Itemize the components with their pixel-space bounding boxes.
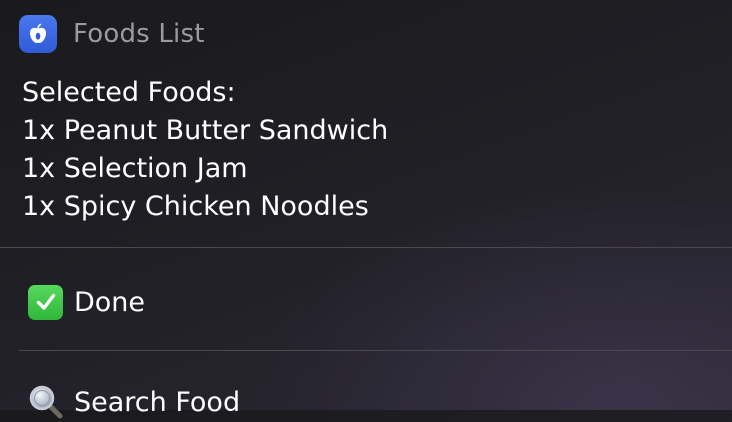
- search-food-label: Search Food: [74, 386, 241, 418]
- selected-food-item: 1x Selection Jam: [22, 153, 248, 184]
- selected-foods-summary: Selected Foods: 1x Peanut Butter Sandwic…: [22, 74, 722, 226]
- check-mark-icon: [28, 284, 63, 320]
- done-label: Done: [74, 286, 146, 318]
- selected-food-item: 1x Peanut Butter Sandwich: [22, 115, 389, 146]
- app-title: Foods List: [73, 19, 205, 49]
- magnifying-glass-icon: [28, 385, 63, 420]
- search-food-button[interactable]: Search Food: [28, 382, 240, 422]
- apple-icon: [19, 15, 57, 53]
- divider: [19, 350, 732, 351]
- selected-food-item: 1x Spicy Chicken Noodles: [22, 191, 369, 222]
- summary-heading: Selected Foods:: [22, 77, 236, 108]
- divider: [0, 247, 732, 248]
- done-button[interactable]: Done: [28, 282, 145, 322]
- widget-header: Foods List: [19, 15, 205, 53]
